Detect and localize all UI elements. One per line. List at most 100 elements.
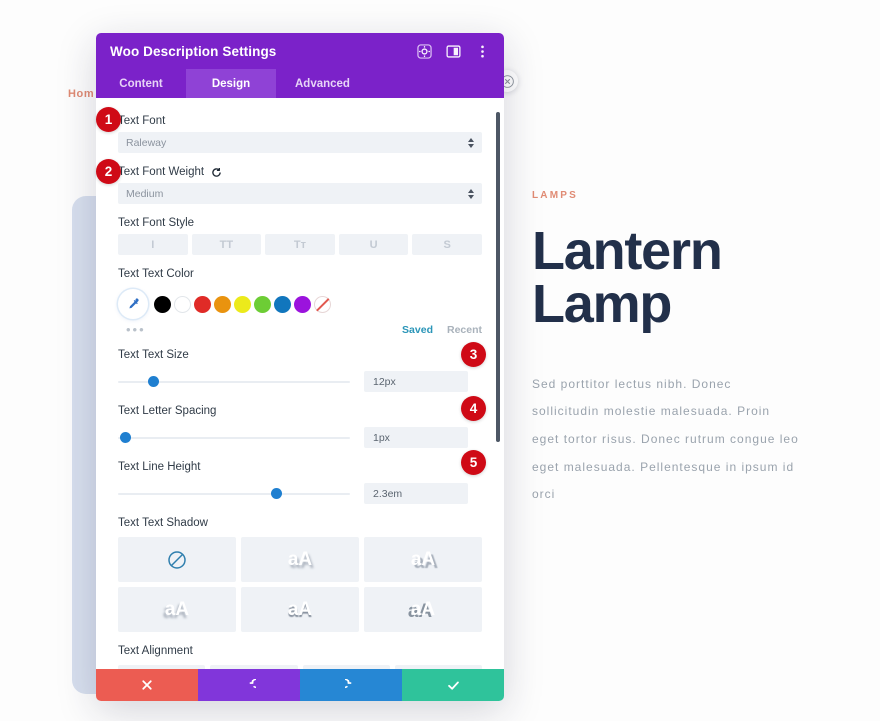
callout-marker-2: 2 [96,159,121,184]
text-alignment-label-text: Text Alignment [118,645,193,657]
settings-scrollbar[interactable] [495,98,503,669]
reset-icon[interactable] [211,167,222,178]
callout-marker-5: 5 [461,450,486,475]
more-vertical-icon[interactable] [475,44,490,59]
swatch-yellow[interactable] [234,295,251,313]
undo-button[interactable] [198,669,300,701]
smallcaps-button[interactable]: Tт [265,234,335,255]
eyedropper-button[interactable] [118,289,148,319]
text-alignment-options [118,665,482,669]
swatch-black[interactable] [154,295,171,313]
modal-footer [96,669,504,701]
uppercase-button[interactable]: TT [191,234,262,255]
italic-button[interactable]: I [118,234,188,255]
callout-marker-1: 1 [96,107,121,132]
tab-design[interactable]: Design [186,69,276,98]
tab-advanced[interactable]: Advanced [276,69,369,98]
eyedropper-icon [128,297,139,308]
swatch-green[interactable] [254,295,271,313]
color-swatch-row [118,289,482,319]
chevron-updown-icon [468,137,474,148]
text-font-style-buttons: I TT Tт U S [118,234,482,255]
align-justify-button[interactable] [394,665,482,669]
letter-spacing-row: 1px [118,427,482,448]
underline-button[interactable]: U [338,234,409,255]
letter-spacing-label: Text Letter Spacing [118,405,482,417]
save-button[interactable] [402,669,504,701]
shadow-option-2[interactable]: aA [241,537,359,582]
align-center-button[interactable] [210,665,298,669]
target-icon[interactable] [417,43,432,59]
modal-header-actions [417,43,490,59]
swatch-transparent[interactable] [314,295,331,313]
text-color-label: Text Text Color [118,268,482,280]
redo-icon [344,678,351,688]
recent-colors-link[interactable]: Recent [447,324,482,336]
text-font-weight-label: Text Font Weight [118,166,482,178]
text-size-label-text: Text Text Size [118,349,189,361]
layout-icon[interactable] [446,44,461,59]
callout-marker-3: 3 [461,342,486,367]
text-font-weight-value: Medium [126,187,164,200]
letter-spacing-slider[interactable] [118,430,350,446]
text-size-input[interactable]: 12px [364,371,468,392]
slider-knob[interactable] [271,487,283,499]
tab-content[interactable]: Content [96,69,186,98]
letter-spacing-input[interactable]: 1px [364,427,468,448]
shadow-option-none[interactable] [118,537,236,582]
swatch-blue[interactable] [274,295,291,313]
scrollbar-thumb[interactable] [496,112,500,442]
shadow-option-4[interactable]: aA [118,587,236,632]
swatch-orange[interactable] [214,295,231,313]
product-category-label: LAMPS [532,190,578,201]
text-font-select[interactable]: Raleway [118,132,482,153]
strikethrough-button[interactable]: S [412,234,482,255]
product-description: Sed porttitor lectus nibh. Donec sollici… [532,376,799,502]
shadow-option-3[interactable]: aA [364,537,482,582]
chevron-updown-icon [468,188,474,199]
swatch-red[interactable] [194,295,211,313]
slider-track [118,436,350,439]
redo-button[interactable] [300,669,402,701]
text-font-value: Raleway [126,136,167,149]
settings-modal: Woo Description Settings Content Design … [96,33,504,701]
product-content-column: LAMPS Lantern Lamp Sed porttitor lectus … [532,190,832,509]
saved-colors-link[interactable]: Saved [402,324,433,336]
swatch-purple[interactable] [294,295,311,313]
align-left-button[interactable] [118,665,206,669]
text-font-style-label: Text Font Style [118,217,482,229]
modal-tabs: Content Design Advanced [96,69,504,98]
settings-scroll-area: Text Font Raleway Text Font Weight Mediu… [96,98,504,669]
text-size-label: Text Text Size [118,349,482,361]
more-colors-button[interactable]: ••• [118,323,146,336]
text-font-weight-select[interactable]: Medium [118,183,482,204]
color-tabs: Saved Recent [402,324,482,336]
line-height-slider[interactable] [118,486,350,502]
shadow-option-6[interactable]: aA [364,587,482,632]
shadow-option-5[interactable]: aA [241,587,359,632]
text-shadow-label-text: Text Text Shadow [118,517,208,529]
text-shadow-label: Text Text Shadow [118,517,482,529]
breadcrumb[interactable]: Hom [68,88,94,100]
swatch-white[interactable] [174,295,191,313]
line-height-label-text: Text Line Height [118,461,201,473]
text-shadow-options: aA aA aA aA aA [118,537,482,632]
line-height-input[interactable]: 2.3em [364,483,468,504]
letter-spacing-label-text: Text Letter Spacing [118,405,217,417]
cancel-button[interactable] [96,669,198,701]
slider-knob[interactable] [148,375,160,387]
check-icon [447,681,459,690]
callout-marker-4: 4 [461,396,486,421]
line-height-label: Text Line Height [118,461,482,473]
text-font-label: Text Font [118,115,482,127]
color-meta-row: ••• Saved Recent [118,323,482,336]
modal-body: Text Font Raleway Text Font Weight Mediu… [96,98,504,669]
product-title: Lantern Lamp [532,221,723,334]
text-color-label-text: Text Text Color [118,268,194,280]
text-size-slider[interactable] [118,374,350,390]
text-font-style-label-text: Text Font Style [118,217,195,229]
text-font-weight-label-text: Text Font Weight [118,166,205,178]
line-height-row: 2.3em [118,483,482,504]
slider-knob[interactable] [120,431,132,443]
align-right-button[interactable] [302,665,390,669]
